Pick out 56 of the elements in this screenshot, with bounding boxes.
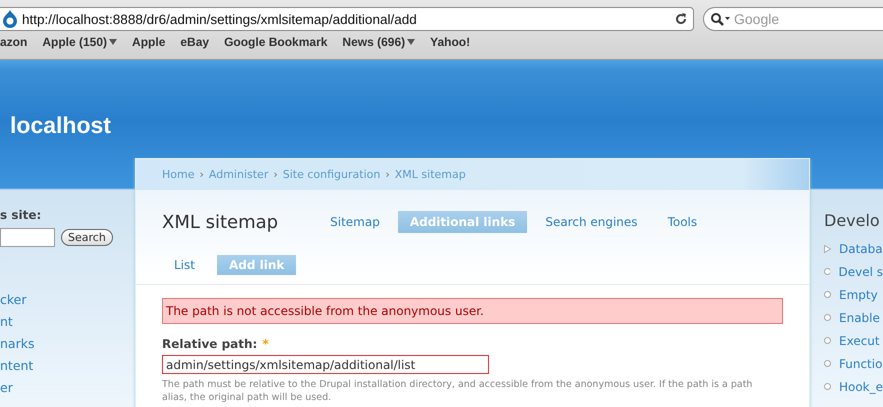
breadcrumb-link[interactable]: Site configuration	[282, 168, 380, 181]
search-field[interactable]: Google	[703, 7, 883, 31]
bookmark[interactable]: azon	[0, 35, 28, 49]
bullet-icon	[824, 383, 831, 390]
caret-icon	[109, 39, 118, 45]
breadcrumb-separator: ›	[385, 168, 390, 181]
bullet-icon	[824, 360, 831, 367]
url-text: http://localhost:8888/dr6/admin/settings/xmlsitemap/additional/add	[22, 12, 418, 26]
block-title: Develo	[824, 211, 881, 230]
sidebar-link[interactable]: narks	[0, 336, 34, 354]
reload-icon[interactable]	[675, 13, 687, 25]
field-description: The path must be relative to the Drupal installation directory, and accessible from the anonymous user. If the path is a path alias, the original path will be used.	[162, 378, 754, 404]
menu-link[interactable]: Hook_e	[838, 380, 883, 394]
field-label: Relative path:	[162, 337, 258, 351]
page-title: XML sitemap	[162, 212, 278, 232]
menu-link[interactable]: Functio	[839, 356, 882, 370]
bullet-icon	[824, 268, 830, 275]
required-mark: *	[262, 337, 269, 351]
bullet-icon	[824, 337, 831, 344]
bookmark[interactable]: Apple	[132, 35, 166, 49]
bullet-icon	[824, 291, 831, 298]
menu-link[interactable]: Execut	[839, 334, 880, 348]
menu-link[interactable]: Databa	[839, 242, 883, 256]
bullet-icon	[824, 314, 831, 321]
menu-link[interactable]: Devel s	[838, 264, 883, 278]
path-field[interactable]: admin/settings/xmlsitemap/additional/list	[162, 355, 489, 374]
menu-link[interactable]: Enable	[839, 310, 880, 324]
address-bar[interactable]: http://localhost:8888/dr6/admin/settings/xmlsitemap/additional/add	[0, 7, 694, 31]
caret-icon	[407, 39, 416, 45]
menu-link[interactable]: Empty	[839, 288, 878, 302]
search-icon[interactable]	[710, 12, 730, 26]
bookmark[interactable]: Google Bookmark	[224, 35, 328, 49]
bookmark[interactable]: News (696)	[342, 35, 416, 49]
sidebar-link[interactable]: ntent	[0, 358, 34, 376]
triangle-icon	[824, 244, 831, 252]
breadcrumb-separator: ›	[199, 168, 204, 181]
sidebar-link[interactable]: cker	[0, 292, 26, 310]
search-field[interactable]	[0, 228, 55, 247]
tab[interactable]: Search engines	[533, 211, 650, 233]
breadcrumb-link[interactable]: Home	[162, 168, 194, 181]
breadcrumb-link[interactable]: Administer	[208, 168, 268, 181]
sidebar-link[interactable]: er	[0, 380, 13, 398]
error-message: The path is not accessible from the anonymous user.	[162, 298, 783, 324]
bookmark[interactable]: eBay	[180, 35, 210, 49]
tab[interactable]: Sitemap	[318, 211, 392, 233]
subtab[interactable]: List	[162, 255, 207, 275]
tab[interactable]: Tools	[656, 211, 710, 233]
sidebar-link[interactable]: nt	[0, 314, 13, 332]
drupal-icon	[2, 10, 18, 28]
search-label: s site:	[0, 208, 42, 222]
site-name[interactable]: localhost	[10, 112, 111, 138]
bookmark[interactable]: Yahoo!	[430, 35, 470, 49]
bookmark[interactable]: Apple (150)	[42, 35, 118, 49]
breadcrumb-separator: ›	[273, 168, 278, 181]
breadcrumb-link[interactable]: XML sitemap	[394, 168, 466, 181]
search-button[interactable]: Search	[61, 229, 113, 246]
